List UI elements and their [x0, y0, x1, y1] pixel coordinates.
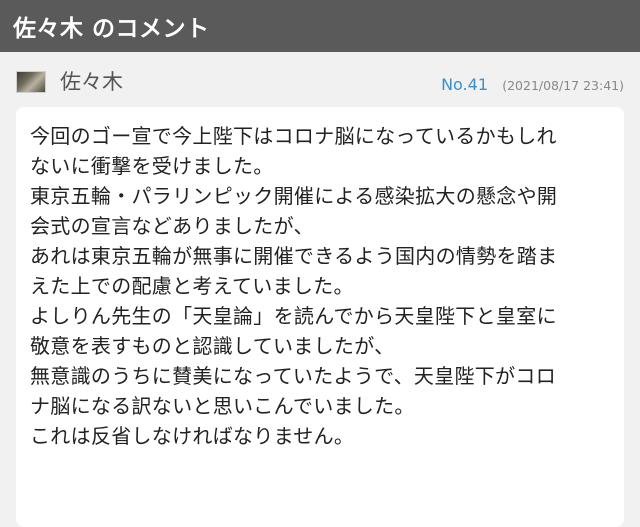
author-name[interactable]: 佐々木: [60, 68, 123, 96]
comment-body: 今回のゴー宣で今上陛下はコロナ脳になっているかもしれ ないに衝撃を受けました。 …: [16, 107, 624, 527]
comment-meta: 佐々木 No.41 (2021/08/17 23:41): [0, 52, 640, 107]
comment-line: よしりん先生の「天皇論」を読んでから天皇陛下と皇室に: [30, 304, 557, 328]
comment-line: ナ脳になる訳ないと思いこんでいました。: [30, 394, 415, 418]
comment-line: 今回のゴー宣で今上陛下はコロナ脳になっているかもしれ: [30, 124, 557, 148]
comment-line: あれは東京五輪が無事に開催できるよう国内の情勢を踏ま: [30, 244, 558, 268]
comment-line: 東京五輪・パラリンピック開催による感染拡大の懸念や開: [30, 184, 558, 208]
avatar[interactable]: [16, 71, 46, 93]
comment-line: 敬意を表すものと認識していましたが、: [30, 334, 395, 358]
comment-number-link[interactable]: No.41: [441, 74, 488, 96]
comment-line: えた上での配慮と考えていました。: [30, 274, 354, 298]
page-header: 佐々木 のコメント: [0, 0, 640, 52]
comment-timestamp: (2021/08/17 23:41): [502, 78, 624, 93]
comment-line: ないに衝撃を受けました。: [30, 154, 274, 178]
page-title: 佐々木 のコメント: [13, 16, 210, 42]
comment-line: これは反省しなければなりません。: [30, 424, 355, 448]
comment-line: 会式の宣言などありましたが、: [30, 214, 314, 238]
comment-line: 無意識のうちに賛美になっていたようで、天皇陛下がコロ: [30, 364, 556, 388]
